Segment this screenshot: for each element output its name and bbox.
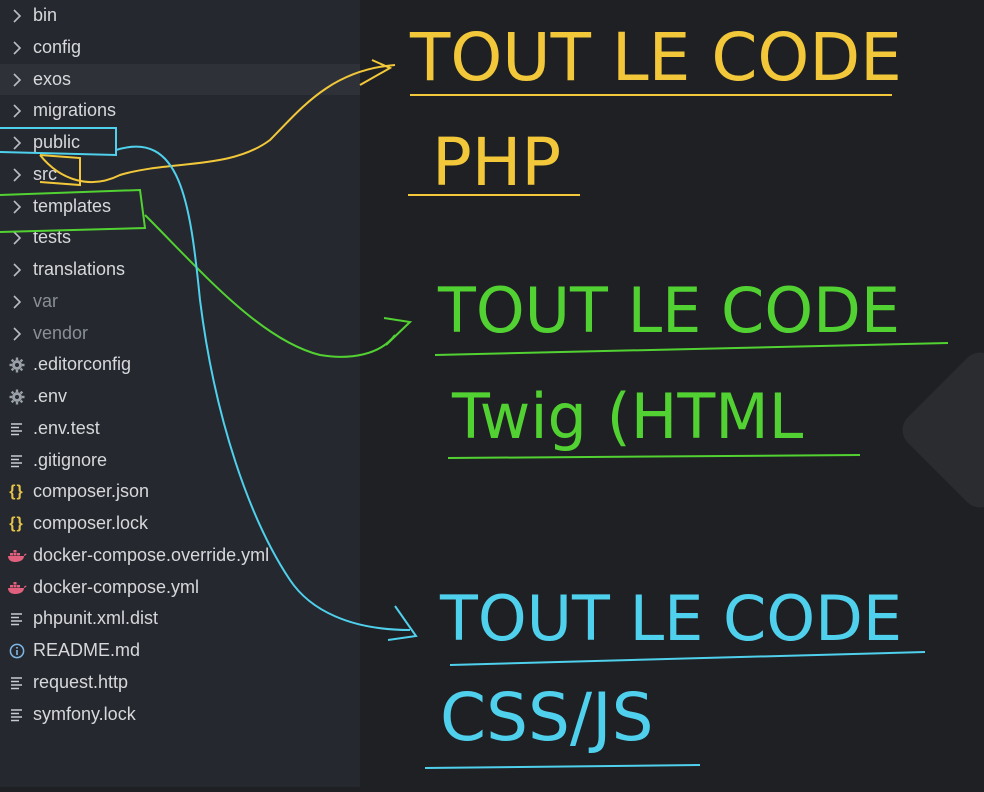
folder-item[interactable]: migrations [0,95,360,126]
file-item[interactable]: request.http [0,667,360,698]
item-label: src [33,164,57,184]
item-label: docker-compose.yml [33,577,200,597]
chevron-right-icon [0,135,33,150]
docker-whale-icon [0,549,33,563]
chevron-right-icon [0,40,33,55]
info-icon [0,643,33,659]
text-file-icon [0,708,33,722]
item-label: README.md [33,640,141,660]
file-explorer: bin config exos migrations public src template… [0,0,360,787]
chevron-right-icon [0,230,33,245]
folder-item[interactable]: tests [0,222,360,253]
file-item[interactable]: .env.test [0,413,360,444]
chevron-right-icon [0,8,33,23]
item-label: translations [33,259,126,279]
chevron-right-icon [0,167,33,182]
docker-whale-icon [0,581,33,595]
folder-item[interactable]: public [0,127,360,158]
item-label: .editorconfig [33,354,132,374]
item-label: composer.json [33,481,150,501]
text-file-icon [0,612,33,626]
gear-icon [0,357,33,373]
file-item[interactable]: phpunit.xml.dist [0,603,360,634]
file-item[interactable]: README.md [0,635,360,666]
chevron-right-icon [0,326,33,341]
file-item[interactable]: docker-compose.yml [0,572,360,603]
item-label: docker-compose.override.yml [33,545,270,565]
item-label: composer.lock [33,513,149,533]
text-file-icon [0,454,33,468]
folder-item[interactable]: exos [0,64,360,95]
folder-item[interactable]: bin [0,0,360,31]
item-label: .env [33,386,68,406]
item-label: tests [33,227,72,247]
json-braces-icon: {} [9,482,24,500]
folder-item[interactable]: vendor [0,318,360,349]
item-label: templates [33,196,112,216]
item-label: vendor [33,323,89,343]
folder-item[interactable]: translations [0,254,360,285]
file-item[interactable]: docker-compose.override.yml [0,540,360,571]
item-label: exos [33,69,72,89]
file-item[interactable]: .editorconfig [0,349,360,380]
file-item[interactable]: {} composer.lock [0,508,360,539]
item-label: bin [33,5,58,25]
file-item[interactable]: .gitignore [0,445,360,476]
json-braces-icon: {} [9,514,24,532]
folder-item[interactable]: var [0,286,360,317]
item-label: request.http [33,672,129,692]
chevron-right-icon [0,72,33,87]
chevron-right-icon [0,103,33,118]
editor-area [360,0,984,787]
item-label: var [33,291,59,311]
folder-item[interactable]: templates [0,191,360,222]
item-label: migrations [33,100,117,120]
chevron-right-icon [0,294,33,309]
chevron-right-icon [0,199,33,214]
item-label: public [33,132,81,152]
text-file-icon [0,676,33,690]
item-label: config [33,37,82,57]
item-label: .env.test [33,418,100,438]
file-item[interactable]: symfony.lock [0,699,360,730]
folder-item[interactable]: src [0,159,360,190]
item-label: .gitignore [33,450,108,470]
file-item[interactable]: .env [0,381,360,412]
item-label: phpunit.xml.dist [33,608,159,628]
item-label: symfony.lock [33,704,136,724]
folder-item[interactable]: config [0,32,360,63]
gear-icon [0,389,33,405]
watermark-logo [902,352,984,508]
text-file-icon [0,422,33,436]
chevron-right-icon [0,262,33,277]
file-item[interactable]: {} composer.json [0,476,360,507]
